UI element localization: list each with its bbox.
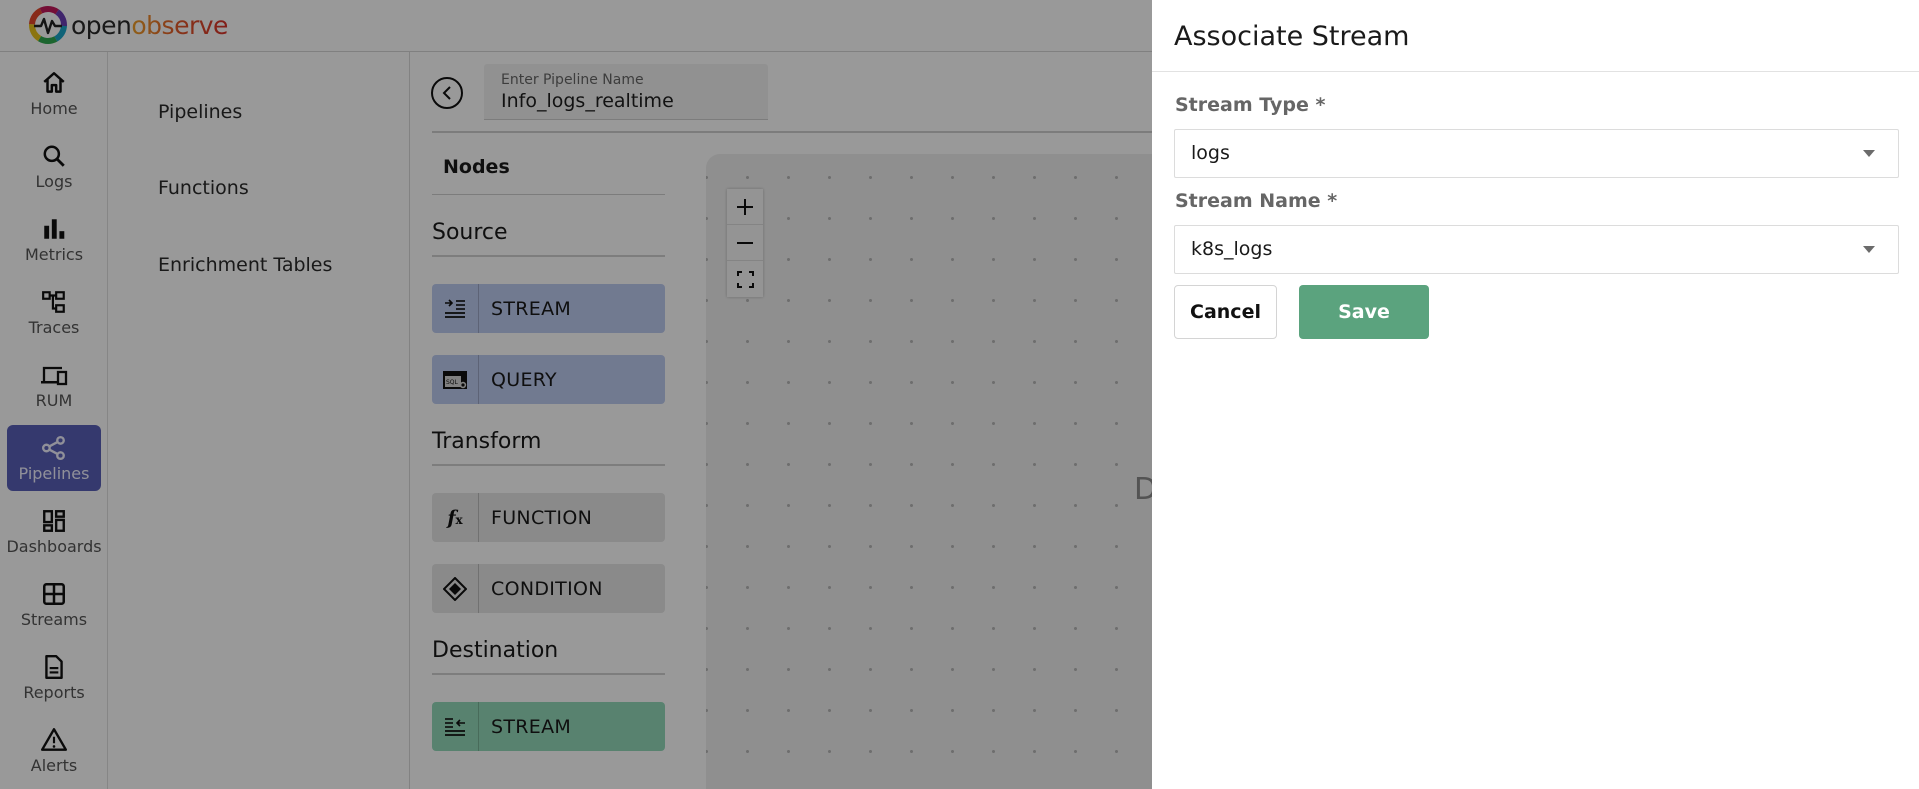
drawer-title: Associate Stream	[1174, 21, 1410, 52]
caret-down-icon	[1863, 246, 1875, 253]
divider	[1152, 71, 1919, 72]
stream-type-label: Stream Type *	[1175, 94, 1326, 116]
caret-down-icon	[1863, 150, 1875, 157]
save-button[interactable]: Save	[1299, 285, 1429, 339]
stream-name-select[interactable]: k8s_logs	[1174, 225, 1899, 274]
stream-name-label: Stream Name *	[1175, 190, 1338, 212]
stream-type-value: logs	[1191, 142, 1230, 164]
stream-type-select[interactable]: logs	[1174, 129, 1899, 178]
associate-stream-drawer: Associate Stream Stream Type * logs Stre…	[1152, 0, 1919, 789]
stream-name-value: k8s_logs	[1191, 238, 1273, 260]
cancel-button[interactable]: Cancel	[1174, 285, 1277, 339]
